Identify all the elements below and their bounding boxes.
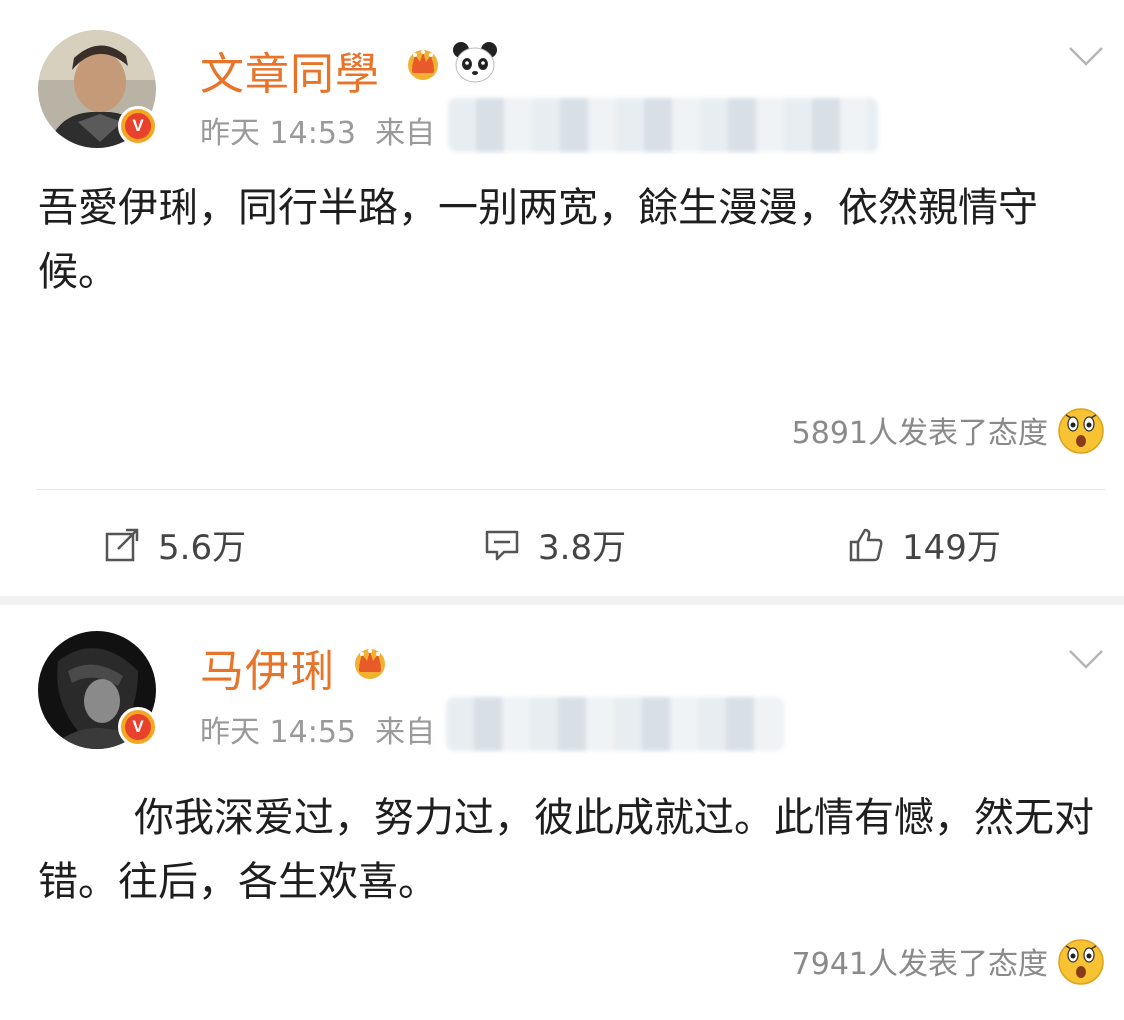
comment-button[interactable]: 3.8万 <box>484 520 626 569</box>
post-separator <box>0 596 1124 605</box>
panda-icon <box>453 42 497 83</box>
blurred-source <box>448 98 878 152</box>
verified-badge-icon: V <box>118 106 158 146</box>
weibo-post-2: V 马伊琍 昨天 14:55 来自 你我深爱过，努力过，彼此成就过。此情有憾，然… <box>0 605 1124 1020</box>
verified-badge-icon: V <box>118 707 158 747</box>
like-count: 149万 <box>902 528 1001 568</box>
username[interactable]: 文章同學 <box>200 38 380 102</box>
blurred-source <box>446 697 784 751</box>
repost-count: 5.6万 <box>158 528 247 568</box>
comment-count: 3.8万 <box>538 528 627 568</box>
username[interactable]: 马伊琍 <box>200 635 335 699</box>
like-button[interactable]: 149万 <box>848 520 1001 569</box>
crown-icon <box>355 649 385 679</box>
post-time: 昨天 14:55 <box>200 715 356 750</box>
avatar[interactable]: V <box>38 631 158 749</box>
surprised-emoji-icon <box>1058 408 1104 454</box>
chevron-down-icon[interactable] <box>1068 44 1104 68</box>
post-source: 来自 <box>375 715 436 750</box>
reactions-summary[interactable]: 5891人发表了态度 <box>792 405 1106 455</box>
repost-icon <box>105 528 139 561</box>
post-content-text: 你我深爱过，努力过，彼此成就过。此情有憾，然无对错。往后，各生欢喜。 <box>38 795 1094 905</box>
post-content: 你我深爱过，努力过，彼此成就过。此情有憾，然无对错。往后，各生欢喜。 <box>38 786 1098 914</box>
post-time: 昨天 14:53 <box>200 116 356 151</box>
reactions-summary[interactable]: 7941人发表了态度 <box>792 936 1106 986</box>
post-meta: 昨天 14:53 来自 <box>200 108 435 152</box>
reactions-text: 5891人发表了态度 <box>791 416 1048 451</box>
crown-icon <box>408 50 438 80</box>
comment-icon <box>485 530 519 560</box>
post-source: 来自 <box>375 116 436 151</box>
weibo-post-1: V 文章同學 昨天 14:53 来自 吾愛伊琍，同行半路，一别两宽，餘生漫漫，依… <box>0 0 1124 596</box>
surprised-emoji-icon <box>1058 939 1104 985</box>
post-content: 吾愛伊琍，同行半路，一别两宽，餘生漫漫，依然親情守候。 <box>38 185 1038 295</box>
avatar[interactable]: V <box>38 30 158 148</box>
like-icon <box>849 528 883 561</box>
action-bar: 5.6万 3.8万 149万 <box>36 489 1106 595</box>
post-meta: 昨天 14:55 来自 <box>200 707 435 751</box>
repost-button[interactable]: 5.6万 <box>104 520 246 569</box>
chevron-down-icon[interactable] <box>1068 647 1104 671</box>
reactions-text: 7941人发表了态度 <box>791 947 1048 982</box>
